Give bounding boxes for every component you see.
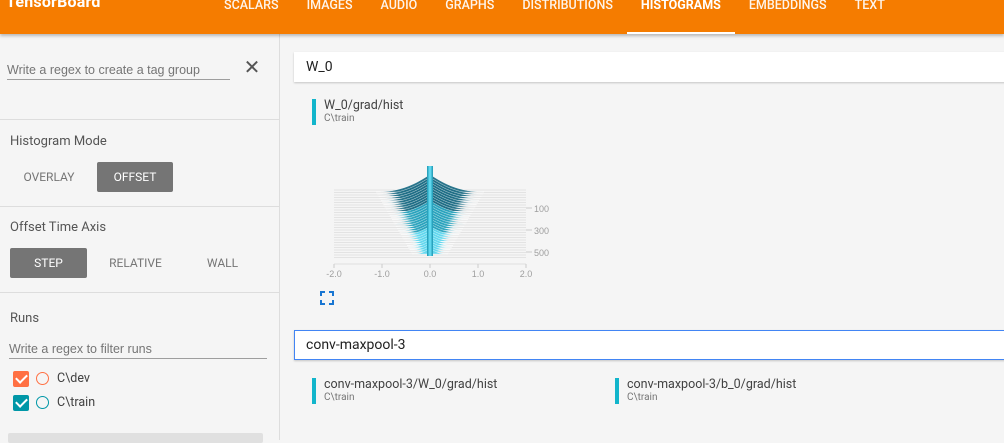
app-title: TensorBoard	[6, 0, 101, 11]
y-tick-label: 300	[534, 226, 549, 236]
tab-audio[interactable]: AUDIO	[367, 0, 432, 34]
y-tick-label: 100	[534, 204, 549, 214]
tab-histograms[interactable]: HISTOGRAMS	[626, 0, 735, 34]
histogram-spike	[428, 166, 432, 256]
sidebar: ✕ Histogram Mode OVERLAY OFFSET Offset T…	[0, 34, 280, 443]
x-tick-label: -2.0	[326, 269, 342, 279]
x-tick-label: -1.0	[374, 269, 390, 279]
divider	[0, 292, 280, 293]
top-app-bar: TensorBoard SCALARS IMAGES AUDIO GRAPHS …	[0, 0, 1004, 34]
overlay-button[interactable]: OVERLAY	[10, 162, 88, 192]
expand-icon[interactable]	[320, 290, 334, 309]
toggle-all-runs-button[interactable]	[8, 433, 263, 443]
run-checkbox-dev[interactable]	[13, 371, 29, 387]
histogram-card-title: conv-maxpool-3/b_0/grad/hist C\train	[615, 378, 796, 404]
x-tick-label: 0.0	[424, 269, 437, 279]
histogram-tag: W_0/grad/hist	[324, 98, 404, 113]
histogram-card-title: W_0/grad/hist C\train	[312, 99, 403, 125]
run-item-dev: C\dev	[13, 370, 263, 388]
divider	[0, 206, 280, 207]
divider	[0, 119, 280, 120]
histogram-card-title: conv-maxpool-3/W_0/grad/hist C\train	[312, 378, 497, 404]
offset-button[interactable]: OFFSET	[97, 162, 173, 192]
tag-regex-input[interactable]	[7, 60, 230, 80]
tab-scalars[interactable]: SCALARS	[210, 0, 293, 34]
histogram-tag: conv-maxpool-3/W_0/grad/hist	[324, 377, 498, 392]
x-tick-label: 2.0	[520, 269, 533, 279]
run-label: C\train	[57, 395, 96, 410]
category-header-conv-maxpool-3[interactable]: conv-maxpool-3	[294, 330, 1004, 360]
run-label: C\dev	[57, 371, 90, 386]
histogram-chart: 100 300 500 -2.0 -1.0 0.0 1.0 2.0	[326, 166, 549, 279]
histogram-mode-title: Histogram Mode	[10, 134, 107, 149]
run-item-train: C\train	[13, 394, 263, 412]
offset-time-axis-title: Offset Time Axis	[10, 220, 107, 235]
step-button[interactable]: STEP	[10, 248, 87, 278]
tab-text[interactable]: TEXT	[841, 0, 899, 34]
tag-regex-row: ✕	[7, 57, 265, 82]
histogram-run: C\train	[324, 113, 355, 124]
category-header-w0[interactable]: W_0	[294, 52, 1004, 82]
runs-title: Runs	[10, 311, 40, 326]
run-color-radio-train[interactable]	[36, 396, 49, 409]
close-icon[interactable]: ✕	[243, 57, 261, 77]
tab-graphs[interactable]: GRAPHS	[431, 0, 508, 34]
histogram-run: C\train	[627, 392, 658, 403]
run-checkbox-train[interactable]	[13, 395, 29, 411]
tab-images[interactable]: IMAGES	[293, 0, 367, 34]
tab-embeddings[interactable]: EMBEDDINGS	[735, 0, 841, 34]
relative-button[interactable]: RELATIVE	[97, 248, 174, 278]
histogram-run: C\train	[324, 392, 355, 403]
tab-distributions[interactable]: DISTRIBUTIONS	[508, 0, 627, 34]
run-color-radio-dev[interactable]	[36, 372, 49, 385]
runs-filter-input[interactable]	[9, 339, 267, 359]
x-tick-label: 1.0	[472, 269, 485, 279]
y-tick-label: 500	[534, 248, 549, 258]
histogram-tag: conv-maxpool-3/b_0/grad/hist	[627, 377, 797, 392]
dashboard-tabs: SCALARS IMAGES AUDIO GRAPHS DISTRIBUTION…	[210, 0, 899, 34]
wall-button[interactable]: WALL	[184, 248, 261, 278]
